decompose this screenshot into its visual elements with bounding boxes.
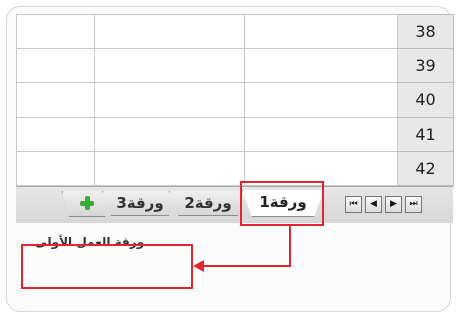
cell[interactable] [16, 13, 95, 50]
tab-sheet3[interactable]: ورقة3 [102, 191, 178, 216]
tab-sheet2[interactable]: ورقة2 [169, 191, 247, 216]
spreadsheet-grid: 38 39 40 41 42 [16, 13, 454, 187]
row-header[interactable]: 38 [397, 13, 454, 50]
row-header[interactable]: 40 [397, 82, 454, 118]
table-row: 40 [16, 82, 454, 118]
cell[interactable] [16, 150, 95, 187]
sheet-tab-bar: ورقة3 ورقة2 ورقة1 ⏮ ◀ ▶ ⏭ [16, 186, 453, 223]
cell[interactable] [94, 116, 245, 152]
cell[interactable] [94, 48, 245, 84]
cell[interactable] [16, 82, 95, 118]
arrow-head-icon [193, 260, 204, 272]
cell[interactable] [244, 116, 398, 152]
cell[interactable] [244, 82, 398, 118]
cell[interactable] [94, 82, 245, 118]
last-sheet-icon[interactable]: ⏭ [405, 196, 422, 213]
cell[interactable] [94, 150, 245, 187]
cell[interactable] [16, 116, 95, 152]
prev-sheet-icon[interactable]: ◀ [365, 196, 382, 213]
row-header[interactable]: 39 [397, 48, 454, 84]
cell[interactable] [244, 13, 398, 50]
cell[interactable] [244, 48, 398, 84]
table-row: 41 [16, 116, 454, 152]
plus-icon [80, 196, 94, 210]
row-header[interactable]: 41 [397, 116, 454, 152]
callout-arrow-line [289, 224, 291, 267]
callout-arrow-line [203, 265, 291, 267]
active-tab-highlight [240, 181, 324, 226]
table-row: 39 [16, 48, 454, 84]
cell[interactable] [16, 48, 95, 84]
cell[interactable] [94, 13, 245, 50]
table-row: 38 [16, 13, 454, 50]
row-header[interactable]: 42 [397, 150, 454, 187]
next-sheet-icon[interactable]: ▶ [385, 196, 402, 213]
table-row: 42 [16, 150, 454, 187]
first-sheet-icon[interactable]: ⏮ [345, 196, 362, 213]
callout-box [21, 244, 193, 289]
